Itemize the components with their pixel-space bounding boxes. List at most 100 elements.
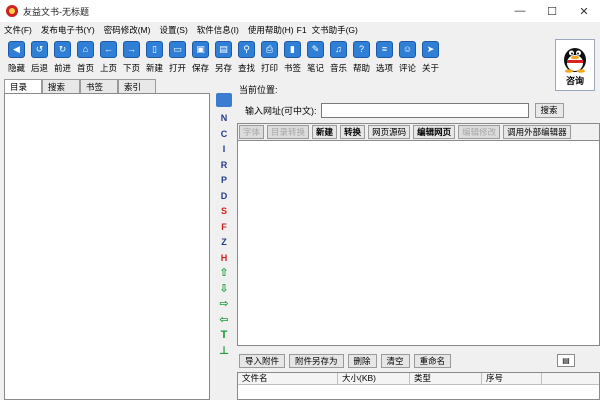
- toolbar-label: 帮助: [352, 63, 370, 73]
- tab-search[interactable]: 搜索: [42, 79, 80, 93]
- side-arrow-3-icon[interactable]: ⇦: [219, 313, 228, 329]
- menu-publish-ebook[interactable]: 发布电子书(Y): [41, 24, 95, 36]
- tab-index[interactable]: 索引: [118, 79, 156, 93]
- toolbar-label: 查找: [237, 63, 255, 73]
- toolbar-button-11[interactable]: ⎙ 打印: [258, 41, 281, 74]
- comment-icon: ☺: [399, 41, 416, 58]
- side-arrow-2-icon[interactable]: ⇨: [219, 297, 228, 313]
- attachment-column-1[interactable]: 大小(KB): [338, 373, 410, 384]
- side-tool-r[interactable]: R: [221, 158, 228, 174]
- side-open-icon[interactable]: [216, 93, 232, 107]
- menu-help[interactable]: 使用帮助(H): [248, 24, 294, 36]
- toolbar-button-12[interactable]: ▮ 书签: [281, 41, 304, 74]
- attachment-toolbar: 导入附件 附件另存为 删除 清空 重命名 ▤: [237, 352, 600, 370]
- menu-software-info[interactable]: 软件信息(I): [197, 24, 239, 36]
- side-tool-p[interactable]: P: [221, 173, 227, 189]
- toolbar-button-15[interactable]: ? 帮助: [350, 41, 373, 74]
- toolbar-label: 后退: [30, 63, 48, 73]
- note-icon: ✎: [307, 41, 324, 58]
- side-tool-f[interactable]: F: [221, 220, 227, 236]
- toolbar-button-13[interactable]: ✎ 笔记: [304, 41, 327, 74]
- side-tool-c[interactable]: C: [221, 127, 228, 143]
- toolbar-button-18[interactable]: ➤ 关于: [419, 41, 442, 74]
- document-editor-area[interactable]: [237, 140, 600, 346]
- next-page-icon: →: [123, 41, 140, 58]
- contents-tree[interactable]: [4, 93, 210, 400]
- side-arrow-5-icon[interactable]: ⊥: [219, 344, 229, 360]
- toolbar-button-7[interactable]: ▭ 打开: [166, 41, 189, 74]
- toolbar-button-6[interactable]: ▯ 新建: [143, 41, 166, 74]
- side-tool-z[interactable]: Z: [221, 235, 227, 251]
- back-refresh-icon: ↺: [31, 41, 48, 58]
- tab-contents[interactable]: 目录: [4, 79, 42, 93]
- toolbar-button-10[interactable]: ⚲ 查找: [235, 41, 258, 74]
- url-label: 输入网址(可中文):: [245, 105, 317, 116]
- toolbar-button-4[interactable]: ← 上页: [97, 41, 120, 74]
- attachment-button-0[interactable]: 导入附件: [239, 354, 286, 368]
- url-input[interactable]: [320, 102, 529, 118]
- toolbar-button-9[interactable]: ▤ 另存: [212, 41, 235, 74]
- editor-button-3[interactable]: 转换: [340, 125, 366, 139]
- side-tool-bar: N C I R P D S F Z H ⇧ ⇩ ⇨ ⇦ T ⊥: [214, 93, 234, 400]
- toolbar-button-16[interactable]: ≡ 选项: [373, 41, 396, 74]
- editor-button-0[interactable]: 字体: [239, 125, 265, 139]
- maximize-button[interactable]: ☐: [536, 0, 568, 22]
- close-button[interactable]: ✕: [568, 0, 600, 22]
- attachment-column-3[interactable]: 序号: [482, 373, 542, 384]
- attachment-button-4[interactable]: 重命名: [413, 354, 452, 368]
- menu-f1[interactable]: F1: [297, 25, 307, 35]
- qq-penguin-icon: [564, 48, 586, 73]
- toolbar-label: 隐藏: [7, 63, 25, 73]
- save-icon: ▣: [192, 41, 209, 58]
- side-tool-i[interactable]: I: [223, 142, 226, 158]
- editor-button-7[interactable]: 调用外部编辑器: [503, 125, 571, 139]
- side-tool-h[interactable]: H: [221, 251, 228, 267]
- toolbar-label: 选项: [375, 63, 393, 73]
- tab-bookmarks[interactable]: 书签: [80, 79, 118, 93]
- editor-button-2[interactable]: 新建: [312, 125, 338, 139]
- toolbar-label: 新建: [145, 63, 163, 73]
- editor-button-5[interactable]: 编辑网页: [413, 125, 456, 139]
- toolbar-label: 音乐: [329, 63, 347, 73]
- menu-file[interactable]: 文件(F): [4, 24, 32, 36]
- editor-button-6[interactable]: 编辑修改: [458, 125, 501, 139]
- side-arrow-1-icon[interactable]: ⇩: [219, 282, 228, 298]
- menu-password[interactable]: 密码修改(M): [104, 24, 151, 36]
- attachment-column-2[interactable]: 类型: [410, 373, 482, 384]
- toolbar-button-8[interactable]: ▣ 保存: [189, 41, 212, 74]
- attachment-table-header: 文件名 大小(KB) 类型 序号: [238, 373, 599, 385]
- editor-button-1[interactable]: 目录转换: [267, 125, 310, 139]
- attachment-column-0[interactable]: 文件名: [238, 373, 338, 384]
- toolbar-label: 前进: [53, 63, 71, 73]
- toolbar-label: 上页: [99, 63, 117, 73]
- side-arrow-4-icon[interactable]: T: [221, 328, 228, 344]
- side-arrow-0-icon[interactable]: ⇧: [219, 266, 228, 282]
- toolbar-button-2[interactable]: ↻ 前进: [51, 41, 74, 74]
- toolbar-button-0[interactable]: ◀ 隐藏: [5, 41, 28, 74]
- toolbar-button-5[interactable]: → 下页: [120, 41, 143, 74]
- attachment-view-icon[interactable]: ▤: [557, 354, 575, 367]
- toolbar-buttons: ◀ 隐藏 ↺ 后退 ↻ 前进 ⌂ 首页 ← 上页 → 下页 ▯ 新建 ▭ 打开 ▣ 保存 ▤ 另存 ⚲ 查找 ⎙ 打印 ▮ 书签 ✎…: [5, 41, 442, 74]
- toolbar-button-1[interactable]: ↺ 后退: [28, 41, 51, 74]
- prev-page-icon: ←: [100, 41, 117, 58]
- menu-settings[interactable]: 设置(S): [159, 24, 187, 36]
- side-tool-s[interactable]: S: [221, 204, 227, 220]
- attachment-button-1[interactable]: 附件另存为: [289, 354, 344, 368]
- toolbar-label: 关于: [421, 63, 439, 73]
- side-tool-d[interactable]: D: [221, 189, 228, 205]
- help-icon: ?: [353, 41, 370, 58]
- find-icon: ⚲: [238, 41, 255, 58]
- attachment-button-3[interactable]: 清空: [380, 354, 410, 368]
- url-row: 输入网址(可中文): 搜索: [237, 100, 600, 120]
- toolbar-button-3[interactable]: ⌂ 首页: [74, 41, 97, 74]
- left-tabs: 目录 搜索 书签 索引: [4, 79, 234, 93]
- editor-button-4[interactable]: 网页源码: [368, 125, 411, 139]
- side-tool-n[interactable]: N: [221, 111, 228, 127]
- toolbar-button-14[interactable]: ♫ 音乐: [327, 41, 350, 74]
- url-search-button[interactable]: 搜索: [534, 102, 564, 118]
- new-file-icon: ▯: [146, 41, 163, 58]
- minimize-button[interactable]: —: [504, 0, 536, 22]
- toolbar-button-17[interactable]: ☺ 评论: [396, 41, 419, 74]
- menu-assistant[interactable]: 文书助手(G): [312, 24, 358, 36]
- attachment-button-2[interactable]: 删除: [347, 354, 377, 368]
